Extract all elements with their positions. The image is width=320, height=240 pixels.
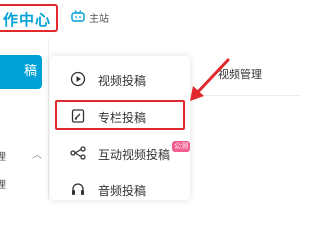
video-icon — [70, 71, 86, 87]
menu-item-interactive-video-upload[interactable]: 互动视频投稿 — [50, 138, 190, 168]
home-link[interactable]: 主站 — [89, 10, 109, 25]
menu-item-video-upload[interactable]: 视频投稿 — [50, 64, 190, 94]
upload-button[interactable]: 稿 — [0, 55, 42, 89]
tab-video-management[interactable]: 视频管理 — [218, 66, 262, 82]
page-title: 作中心 — [2, 11, 51, 29]
sidebar-item-management[interactable]: 理 — [0, 148, 6, 163]
menu-item-audio-upload[interactable]: 音频投稿 — [50, 174, 190, 204]
beta-badge: 公测 — [172, 141, 190, 152]
menu-item-label: 音频投稿 — [98, 184, 147, 198]
highlight-box — [55, 100, 185, 130]
divider — [200, 95, 300, 96]
sidebar-item-management-sub[interactable]: 理 — [0, 176, 6, 191]
menu-item-label: 视频投稿 — [98, 74, 147, 88]
sidebar: 稿 理 ︿ 理 — [0, 38, 49, 200]
interactive-icon — [70, 146, 86, 160]
top-bar: 作中心 主站 — [0, 0, 300, 38]
menu-item-label: 互动视频投稿 — [98, 148, 171, 162]
tv-home-icon[interactable] — [71, 10, 85, 22]
audio-icon — [72, 183, 84, 195]
creator-center-title-box: 作中心 — [0, 4, 58, 32]
chevron-up-icon[interactable]: ︿ — [32, 146, 42, 161]
